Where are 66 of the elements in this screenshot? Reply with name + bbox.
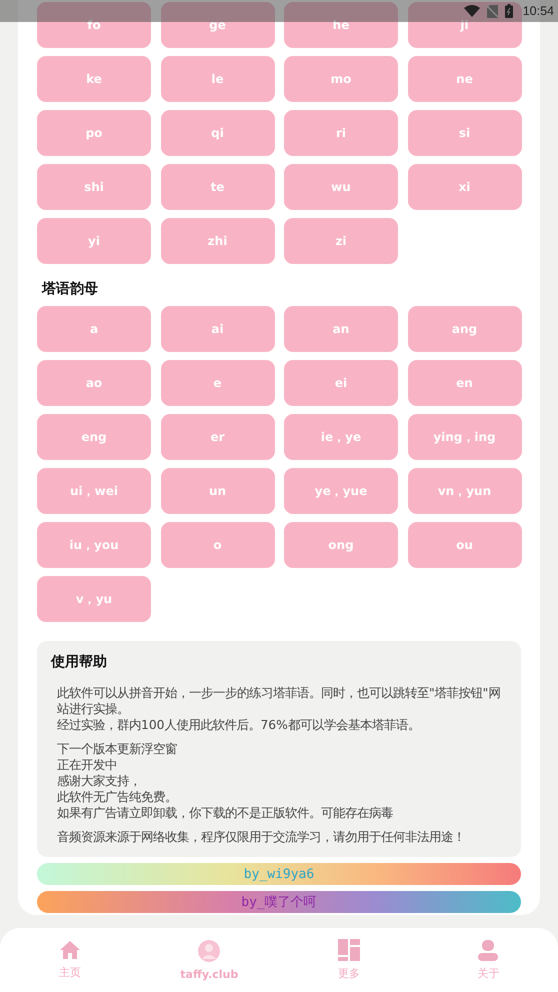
- syllable-button[interactable]: qi: [160, 110, 274, 156]
- syllable-button[interactable]: v，yu: [37, 576, 151, 622]
- syllable-button[interactable]: te: [160, 164, 274, 210]
- home-icon: [58, 940, 81, 960]
- syllable-button[interactable]: ou: [408, 522, 522, 568]
- help-text: 正在开发中: [57, 757, 118, 773]
- user-icon: [477, 939, 500, 961]
- help-text: 此软件无广告纯免费。: [57, 789, 178, 805]
- syllable-button[interactable]: xi: [408, 164, 522, 210]
- section-heading: 塔语韵母: [42, 280, 99, 298]
- help-text: 下一个版本更新浮空窗: [57, 741, 178, 757]
- nav-item[interactable]: taffy.club: [140, 928, 279, 992]
- syllable-button[interactable]: an: [284, 306, 398, 352]
- syllable-button[interactable]: ji: [408, 2, 522, 48]
- nav-label: taffy.club: [180, 968, 238, 981]
- syllable-button[interactable]: e: [160, 360, 274, 406]
- nav-item[interactable]: 主页: [0, 928, 140, 992]
- help-text: 感谢大家支持，: [57, 773, 142, 789]
- clock-time: 10:54: [522, 4, 554, 18]
- wifi-icon: [464, 5, 480, 17]
- help-title: 使用帮助: [51, 653, 108, 671]
- syllable-button[interactable]: a: [37, 306, 151, 352]
- syllable-button[interactable]: ei: [284, 360, 398, 406]
- syllable-button[interactable]: zi: [284, 218, 398, 264]
- syllable-button[interactable]: iu，you: [37, 522, 151, 568]
- syllable-button[interactable]: he: [284, 2, 398, 48]
- syllable-button[interactable]: shi: [37, 164, 151, 210]
- syllable-button[interactable]: ie，ye: [284, 414, 398, 460]
- syllable-button[interactable]: ai: [160, 306, 274, 352]
- credit-banner: by_噗了个呵: [37, 891, 521, 913]
- syllable-button[interactable]: vn，yun: [408, 468, 522, 514]
- nav-label: 更多: [338, 966, 360, 981]
- syllable-button[interactable]: si: [408, 110, 522, 156]
- syllable-button[interactable]: ne: [408, 56, 522, 102]
- syllable-button[interactable]: yi: [37, 218, 151, 264]
- nav-label: 主页: [58, 965, 81, 980]
- syllable-button[interactable]: ke: [37, 56, 151, 102]
- nav-item[interactable]: 关于: [418, 928, 558, 992]
- credit-banner: by_wi9ya6: [37, 863, 521, 885]
- syllable-button[interactable]: zhi: [160, 218, 274, 264]
- syllable-button[interactable]: mo: [284, 56, 398, 102]
- syllable-button[interactable]: eng: [37, 414, 151, 460]
- help-text: 音频资源来源于网络收集，程序仅限用于交流学习，请勿用于任何非法用途！: [57, 829, 466, 845]
- syllable-button[interactable]: fo: [37, 2, 151, 48]
- syllable-button[interactable]: wu: [284, 164, 398, 210]
- syllable-button[interactable]: un: [160, 468, 274, 514]
- syllable-button[interactable]: o: [160, 522, 274, 568]
- syllable-button[interactable]: ui，wei: [37, 468, 151, 514]
- avatar-icon: [197, 939, 222, 963]
- nav-item[interactable]: 更多: [279, 928, 418, 992]
- help-text: 如果有广告请立即卸载，你下载的不是正版软件。可能存在病毒: [57, 805, 394, 821]
- syllable-button[interactable]: en: [408, 360, 522, 406]
- syllable-button[interactable]: er: [160, 414, 274, 460]
- syllable-button[interactable]: ying，ing: [408, 414, 522, 460]
- syllable-button[interactable]: ang: [408, 306, 522, 352]
- grid-icon: [338, 939, 360, 961]
- help-text: 经过实验，群内100人使用此软件后。76%都可以学会基本塔菲语。: [57, 717, 421, 733]
- syllable-button[interactable]: le: [160, 56, 274, 102]
- syllable-button[interactable]: ao: [37, 360, 151, 406]
- syllable-button[interactable]: ri: [284, 110, 398, 156]
- help-text: 此软件可以从拼音开始，一步一步的练习塔菲语。同时，也可以跳转至"塔菲按钮"网站进行实操。: [57, 685, 502, 717]
- syllable-button[interactable]: ye，yue: [284, 468, 398, 514]
- syllable-button[interactable]: ong: [284, 522, 398, 568]
- syllable-button[interactable]: po: [37, 110, 151, 156]
- syllable-button[interactable]: ge: [160, 2, 274, 48]
- nav-label: 关于: [477, 966, 500, 981]
